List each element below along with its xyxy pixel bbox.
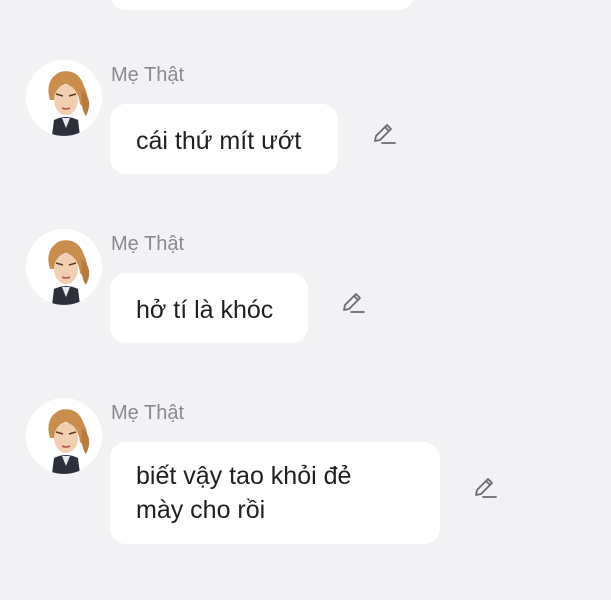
woman-portrait-avatar-icon [26, 60, 102, 136]
message-bubble[interactable]: biết vậy tao khỏi đẻ mày cho rồi [110, 442, 440, 544]
message-text: cái thứ mít ướt [136, 127, 302, 155]
pencil-edit-icon[interactable] [370, 120, 398, 148]
sender-avatar[interactable] [26, 398, 102, 474]
message-text-line: biết vậy tao khỏi đẻ [136, 462, 352, 490]
woman-portrait-avatar-icon [26, 398, 102, 474]
message-bubble[interactable]: cái thứ mít ướt [110, 104, 338, 174]
pencil-edit-icon[interactable] [339, 289, 367, 317]
chat-thread: Mẹ Thật cái thứ mít ướt Mẹ Thật hở tí là… [0, 0, 611, 600]
sender-avatar[interactable] [26, 229, 102, 305]
message-text-line: mày cho rồi [136, 496, 266, 524]
previous-message-bubble[interactable] [110, 0, 414, 10]
woman-portrait-avatar-icon [26, 229, 102, 305]
pencil-edit-icon[interactable] [471, 474, 499, 502]
sender-name: Mẹ Thật [111, 233, 184, 255]
sender-avatar[interactable] [26, 60, 102, 136]
sender-name: Mẹ Thật [111, 64, 184, 86]
message-text: hở tí là khóc [136, 296, 274, 324]
message-bubble[interactable]: hở tí là khóc [110, 273, 308, 343]
sender-name: Mẹ Thật [111, 402, 184, 424]
